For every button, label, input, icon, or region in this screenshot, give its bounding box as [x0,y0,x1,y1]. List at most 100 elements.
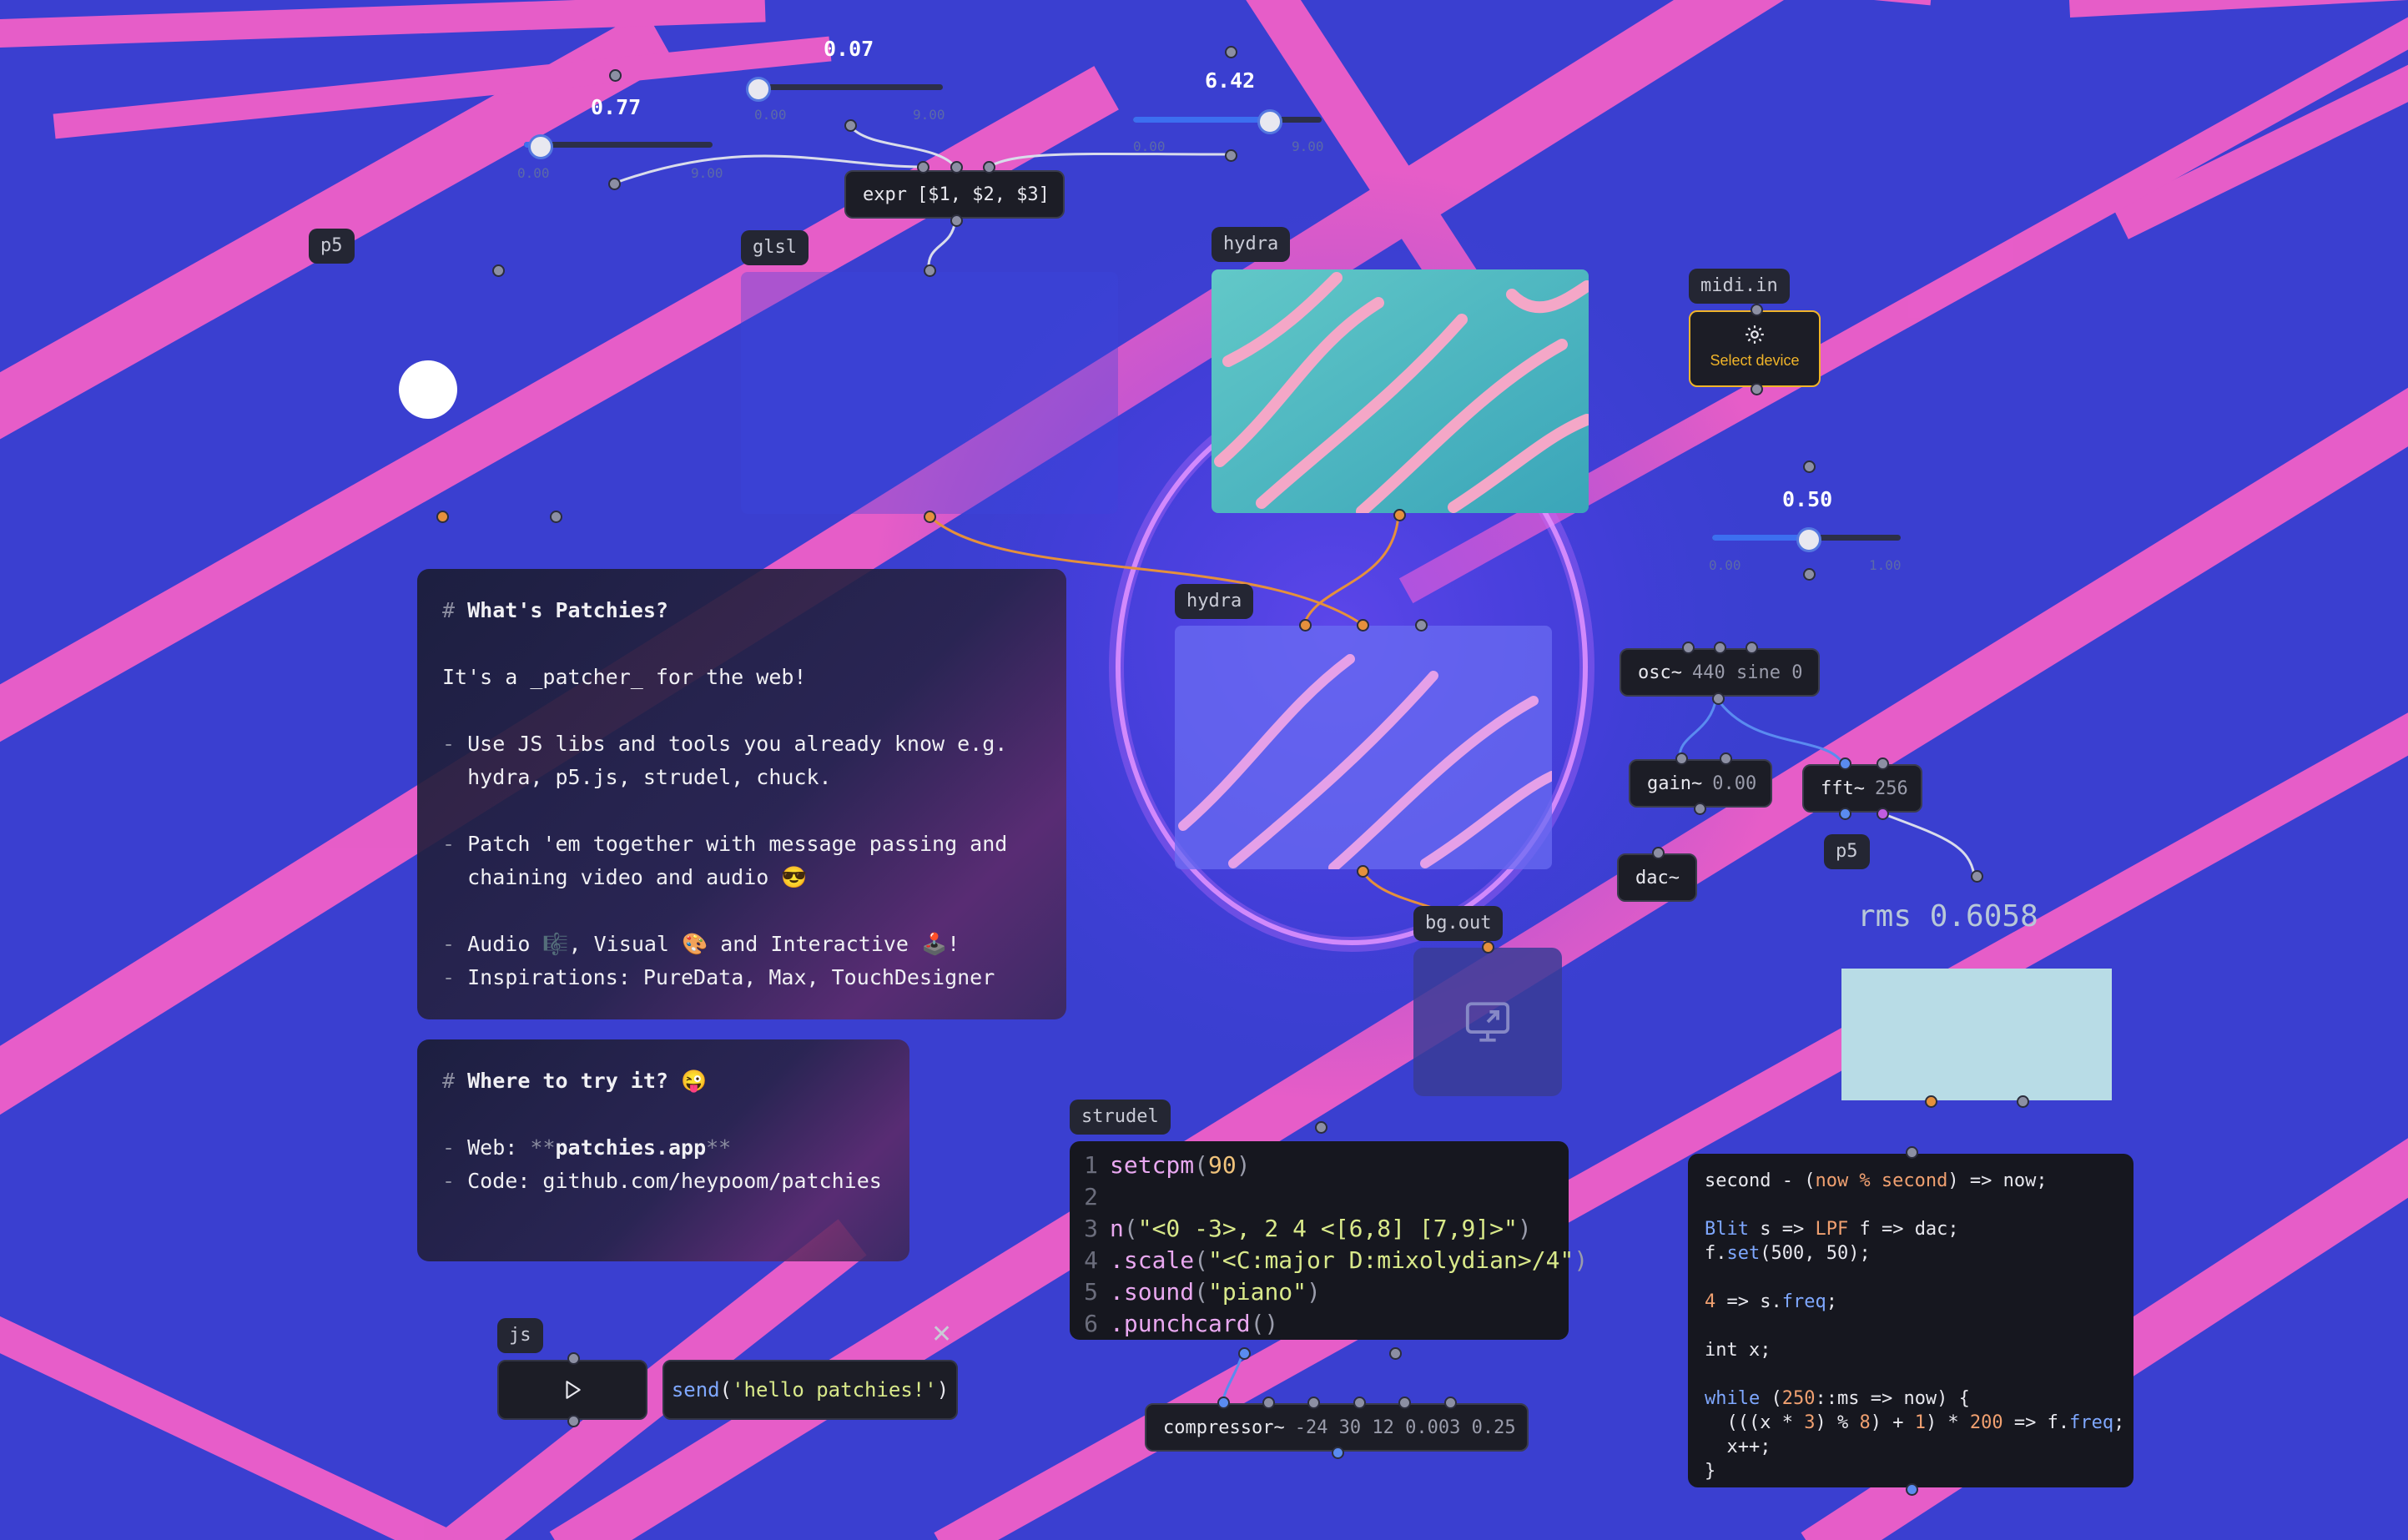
port[interactable] [1712,692,1725,705]
port[interactable] [1315,1121,1327,1134]
port[interactable] [1694,803,1706,815]
port[interactable] [1839,808,1851,820]
port[interactable] [1225,149,1237,162]
port[interactable] [1357,865,1369,878]
port[interactable] [1444,1397,1457,1409]
port[interactable] [1393,509,1406,521]
code-line: while (250::ms => now) { [1705,1387,2117,1411]
intro-bullet-cont: hydra, p5.js, strudel, chuck. [467,765,832,789]
port[interactable] [1877,808,1889,820]
port[interactable] [983,161,995,174]
bold-marker: ** [530,1135,556,1160]
port[interactable] [924,264,936,277]
port[interactable] [1746,642,1758,654]
osc-object[interactable]: osc~ 440 sine 0 [1620,648,1820,697]
port[interactable] [1906,1483,1918,1496]
compressor-args: -24 30 12 0.003 0.25 [1294,1417,1516,1438]
port[interactable] [2017,1095,2029,1108]
intro-bullet: Patch 'em together with message passing … [467,832,1008,856]
web-link[interactable]: patchies.app [556,1135,707,1160]
port[interactable] [1714,642,1726,654]
port[interactable] [567,1415,580,1427]
slider-knob[interactable] [1796,527,1821,552]
port[interactable] [1238,1347,1251,1360]
hydra-preview-2[interactable] [1175,626,1552,869]
port[interactable] [1682,642,1695,654]
gain-object[interactable]: gain~ 0.00 [1629,759,1772,808]
intro-markdown[interactable]: # What's Patchies? It's a _patcher_ for … [417,569,1066,1019]
port[interactable] [1839,757,1851,770]
port[interactable] [1803,460,1816,473]
compressor-object[interactable]: compressor~ -24 30 12 0.003 0.25 [1145,1403,1529,1452]
js-run-button[interactable] [497,1360,647,1420]
js-code-button[interactable]: send('hello patchies!') [662,1360,958,1420]
midi-select-device-button[interactable]: Select device [1689,310,1821,387]
code-token: freq [2069,1412,2114,1433]
expr-object[interactable]: expr [$1, $2, $3] [844,170,1065,219]
port[interactable] [550,511,562,523]
port[interactable] [492,264,505,277]
slider-value: 0.50 [1782,487,1833,511]
hydra-node-label-2[interactable]: hydra [1175,584,1254,619]
port[interactable] [1877,757,1889,770]
port[interactable] [609,69,622,82]
port[interactable] [1307,1397,1320,1409]
port[interactable] [1299,619,1312,632]
port[interactable] [1389,1347,1402,1360]
code-line: Blit s => LPF f => dac; [1705,1217,2117,1241]
code-token: s => [1748,1219,1816,1240]
port[interactable] [1652,847,1665,859]
code-token: setcpm [1110,1151,1195,1179]
glsl-preview[interactable] [741,272,1118,514]
port[interactable] [1398,1397,1411,1409]
port[interactable] [1675,752,1688,765]
slider-track[interactable] [754,84,943,90]
slider-knob[interactable] [1257,109,1283,134]
port[interactable] [844,119,857,132]
port[interactable] [924,511,936,523]
hydra-preview[interactable] [1212,269,1589,513]
try-markdown[interactable]: # Where to try it? 😜 - Web: **patchies.a… [417,1039,909,1261]
glsl-node-label[interactable]: glsl [741,230,809,265]
rms-canvas[interactable] [1841,969,2112,1100]
code-token: second - ( [1705,1170,1816,1191]
port[interactable] [950,214,963,227]
p5-node-label[interactable]: p5 [309,229,355,264]
close-icon[interactable]: ✕ [931,1320,952,1349]
port[interactable] [1482,941,1494,954]
bg-out-node[interactable] [1413,948,1562,1096]
port[interactable] [1225,46,1237,58]
slider-knob[interactable] [745,77,771,102]
port[interactable] [1803,568,1816,581]
bold-marker: ** [706,1135,732,1160]
line-number: 2 [1084,1183,1098,1210]
port[interactable] [1925,1095,1937,1108]
port[interactable] [1415,619,1428,632]
port[interactable] [1751,304,1763,316]
port[interactable] [1217,1397,1230,1409]
hydra-node-label[interactable]: hydra [1212,227,1291,262]
port[interactable] [1751,383,1763,395]
code-link[interactable]: Code: github.com/heypoom/patchies [467,1169,882,1193]
chuck-editor[interactable]: second - (now % second) => now; Blit s =… [1688,1154,2133,1487]
port[interactable] [1332,1447,1344,1459]
compressor-name: compressor~ [1163,1417,1285,1438]
port[interactable] [1353,1397,1366,1409]
port[interactable] [1720,752,1732,765]
port[interactable] [1357,619,1369,632]
dac-object[interactable]: dac~ [1617,853,1697,902]
fft-object[interactable]: fft~ 256 [1802,764,1922,813]
port[interactable] [1971,870,1983,883]
port[interactable] [917,161,929,174]
port[interactable] [1906,1146,1918,1159]
port[interactable] [950,161,963,174]
port[interactable] [1262,1397,1275,1409]
port[interactable] [436,511,449,523]
strudel-editor[interactable]: 1 setcpm(90) 2 3 n("<0 -3>, 2 4 <[6,8] [7,9… [1070,1141,1588,1340]
port[interactable] [567,1352,580,1365]
port[interactable] [608,178,621,190]
line-number: 1 [1084,1151,1098,1179]
p5-node-label-2[interactable]: p5 [1824,834,1870,869]
